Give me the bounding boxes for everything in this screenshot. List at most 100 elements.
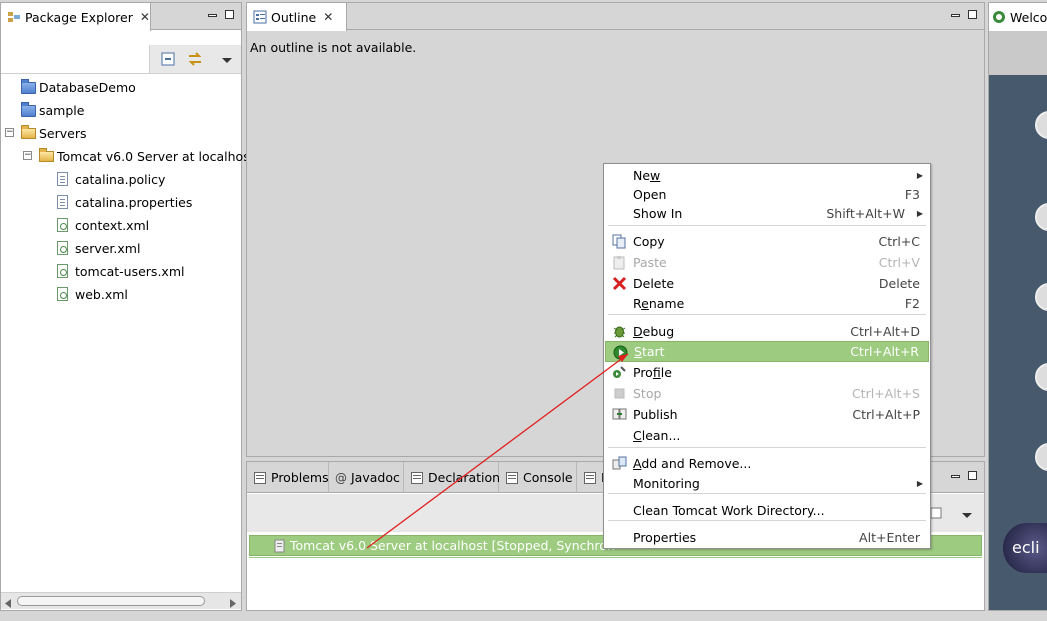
minimize-icon[interactable] (951, 14, 960, 17)
menu-item-publish[interactable]: Publish Ctrl+Alt+P (605, 404, 929, 425)
submenu-arrow-icon: ▶ (916, 209, 923, 218)
horizontal-scrollbar[interactable] (1, 592, 241, 609)
publish-icon (612, 407, 627, 422)
tab-welcome-label: Welco (1010, 9, 1047, 25)
view-menu-icon[interactable] (221, 54, 233, 68)
maximize-icon[interactable] (225, 10, 234, 19)
tab-javadoc[interactable]: @ Javadoc (329, 462, 404, 493)
menu-item-profile[interactable]: Profile (605, 362, 929, 383)
tree-item[interactable]: Servers (21, 123, 87, 143)
menu-item-label: Properties (633, 530, 697, 545)
menu-item-rename[interactable]: Rename F2 (605, 293, 929, 314)
toolbar-divider (1, 73, 241, 74)
scroll-left-icon[interactable] (4, 597, 12, 611)
declaration-icon (410, 471, 424, 485)
javadoc-icon: @ (335, 470, 347, 485)
tab-declaration[interactable]: Declaration (404, 462, 500, 493)
outline-message: An outline is not available. (250, 40, 417, 55)
menu-item-label: Paste (633, 255, 667, 270)
minimize-icon[interactable] (208, 14, 217, 17)
view-menu-icon[interactable] (961, 509, 973, 523)
menu-item-shortcut: Ctrl+C (878, 234, 920, 249)
tab-problems[interactable]: Problems (247, 462, 329, 493)
close-icon[interactable]: ✕ (323, 10, 333, 24)
tree-item[interactable]: server.xml (57, 238, 140, 258)
servers-icon (583, 471, 597, 485)
tree-item[interactable]: Tomcat v6.0 Server at localhos (39, 146, 250, 166)
tree-item-label: context.xml (75, 217, 150, 233)
menu-item-properties[interactable]: Properties Alt+Enter (605, 527, 929, 548)
menu-item-clean-tomcat-work-directory[interactable]: Clean Tomcat Work Directory... (605, 500, 929, 521)
whatsnew-icon[interactable] (1035, 363, 1047, 391)
menu-item-label: Clean Tomcat Work Directory... (633, 503, 825, 518)
maximize-icon[interactable] (968, 10, 977, 19)
menu-item-debug[interactable]: Debug Ctrl+Alt+D (605, 321, 929, 342)
tree-item[interactable]: web.xml (57, 284, 128, 304)
tree-item[interactable]: catalina.policy (57, 169, 165, 189)
xml-file-icon (57, 218, 72, 232)
eclipse-logo: ecli (1003, 523, 1047, 573)
tab-outline[interactable]: Outline ✕ (247, 3, 347, 31)
maximize-icon[interactable] (968, 471, 977, 480)
samples-icon[interactable] (1035, 203, 1047, 231)
scroll-right-icon[interactable] (229, 597, 237, 611)
tree-item-label: catalina.policy (75, 171, 166, 187)
scrollbar-thumb[interactable] (17, 596, 205, 606)
xml-file-icon (57, 241, 72, 255)
tree-item[interactable]: tomcat-users.xml (57, 261, 184, 281)
menu-item-shortcut: Ctrl+Alt+S (851, 386, 920, 401)
tree-item[interactable]: catalina.properties (57, 192, 192, 212)
menu-item-open[interactable]: Open F3 (605, 184, 929, 205)
tab-console[interactable]: Console (499, 462, 577, 493)
file-icon (57, 172, 72, 186)
menu-item-label: New (633, 168, 661, 183)
tutorials-icon[interactable] (1035, 283, 1047, 311)
tab-package-explorer[interactable]: Package Explorer ✕ (1, 3, 151, 31)
tree-item[interactable]: DatabaseDemo (21, 77, 136, 97)
link-with-editor-icon[interactable] (187, 51, 203, 70)
menu-item-label: Copy (633, 234, 665, 249)
close-icon[interactable]: ✕ (140, 10, 150, 24)
server-list-area (249, 557, 982, 609)
tree-item[interactable]: sample (21, 100, 84, 120)
menu-item-label: Add and Remove... (633, 456, 752, 471)
tab-label: Problems (271, 470, 329, 485)
menu-item-clean[interactable]: Clean... (605, 425, 929, 446)
tree-item[interactable]: context.xml (57, 215, 149, 235)
status-bar (0, 611, 1047, 621)
minimize-icon[interactable] (951, 475, 960, 478)
menu-item-label: Rename (633, 296, 685, 311)
menu-item-monitoring[interactable]: Monitoring ▶ (605, 473, 929, 494)
publish-toolbar-icon[interactable] (929, 506, 943, 523)
menu-item-label: Monitoring (633, 476, 700, 491)
workbench-icon[interactable] (1035, 443, 1047, 471)
tab-label: Console (523, 470, 573, 485)
collapse-all-icon[interactable] (161, 52, 175, 69)
overview-icon[interactable] (1035, 111, 1047, 139)
menu-item-add-and-remove[interactable]: Add and Remove... (605, 453, 929, 474)
collapse-toggle-icon[interactable]: − (5, 128, 14, 137)
view-controls (951, 10, 977, 19)
collapse-toggle-icon[interactable]: − (23, 151, 32, 160)
menu-item-copy[interactable]: Copy Ctrl+C (605, 231, 929, 252)
menu-item-stop: Stop Ctrl+Alt+S (605, 383, 929, 404)
menu-item-start[interactable]: Start Ctrl+Alt+R (605, 341, 929, 362)
menu-item-label: Clean... (633, 428, 681, 443)
tab-package-explorer-label: Package Explorer (25, 9, 133, 25)
tab-welcome[interactable]: Welco (989, 3, 1047, 31)
context-menu: New ▶ Open F3 Show In Shift+Alt+W ▶ Copy Ctrl+C P… (603, 163, 931, 549)
project-folder-icon (21, 102, 36, 117)
tree-item-label: DatabaseDemo (39, 79, 136, 95)
server-icon (274, 539, 286, 555)
paste-icon (612, 255, 627, 270)
profile-icon (612, 365, 627, 380)
menu-item-show-in[interactable]: Show In Shift+Alt+W ▶ (605, 203, 929, 224)
package-explorer-view: Package Explorer ✕ DatabaseDemo sample Ser… (0, 2, 250, 611)
menu-item-shortcut: F3 (904, 187, 920, 202)
debug-icon (612, 324, 627, 339)
menu-item-delete[interactable]: Delete Delete (605, 273, 929, 294)
server-row-label: Tomcat v6.0 Server at localhost [Stopped… (290, 538, 615, 553)
menu-item-new[interactable]: New ▶ (605, 165, 929, 186)
menu-separator (608, 314, 926, 315)
stop-icon (612, 386, 627, 401)
